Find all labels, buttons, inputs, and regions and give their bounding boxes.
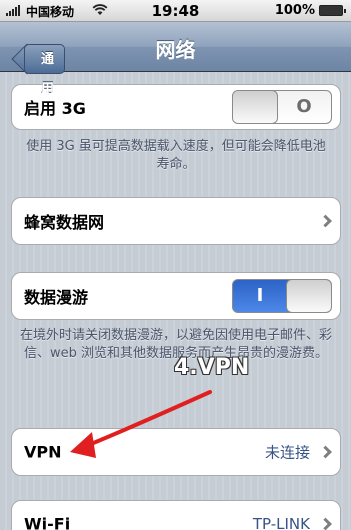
- data-roaming-label: 数据漫游: [24, 288, 89, 307]
- vpn-group: VPN 未连接: [11, 428, 341, 476]
- enable-3g-switch[interactable]: O: [232, 90, 332, 124]
- enable-3g-footer: 使用 3G 虽可提高数据载入速度，但可能会降低电池寿命。: [26, 139, 326, 172]
- battery-icon: [319, 5, 346, 16]
- wifi-label: Wi-Fi: [24, 514, 71, 530]
- switch-knob: [233, 91, 278, 123]
- battery-percent: 100%: [274, 3, 315, 18]
- chevron-right-icon: [319, 517, 332, 530]
- wifi-network-name: TP-LINK: [252, 515, 310, 530]
- vpn-status: 未连接: [264, 443, 310, 462]
- switch-state-text: I: [256, 285, 264, 306]
- annotation-label: 4.VPN: [174, 355, 250, 380]
- data-roaming-group: 数据漫游 I: [11, 272, 341, 320]
- wifi-group: Wi-Fi TP-LINK: [11, 500, 341, 530]
- switch-knob: [286, 280, 331, 312]
- data-roaming-row: 数据漫游 I: [12, 273, 340, 319]
- data-roaming-switch[interactable]: I: [232, 279, 332, 313]
- back-button[interactable]: 通用: [24, 44, 66, 97]
- enable-3g-row: 启用 3G O: [12, 85, 340, 129]
- navigation-bar: 通用 网络: [0, 22, 351, 97]
- chevron-right-icon: [319, 214, 332, 228]
- wifi-row[interactable]: Wi-Fi TP-LINK: [12, 501, 340, 530]
- vpn-row[interactable]: VPN 未连接: [12, 429, 340, 475]
- switch-state-text: O: [296, 96, 312, 117]
- vpn-label: VPN: [24, 442, 62, 462]
- enable-3g-label: 启用 3G: [24, 99, 86, 118]
- cellular-data-group: 蜂窝数据网: [11, 197, 341, 245]
- status-bar: 中国移动 19:48 100%: [0, 0, 351, 22]
- cellular-data-label: 蜂窝数据网: [24, 213, 105, 232]
- chevron-right-icon: [319, 445, 332, 459]
- enable-3g-group: 启用 3G O: [11, 84, 341, 130]
- cellular-data-row[interactable]: 蜂窝数据网: [12, 198, 340, 244]
